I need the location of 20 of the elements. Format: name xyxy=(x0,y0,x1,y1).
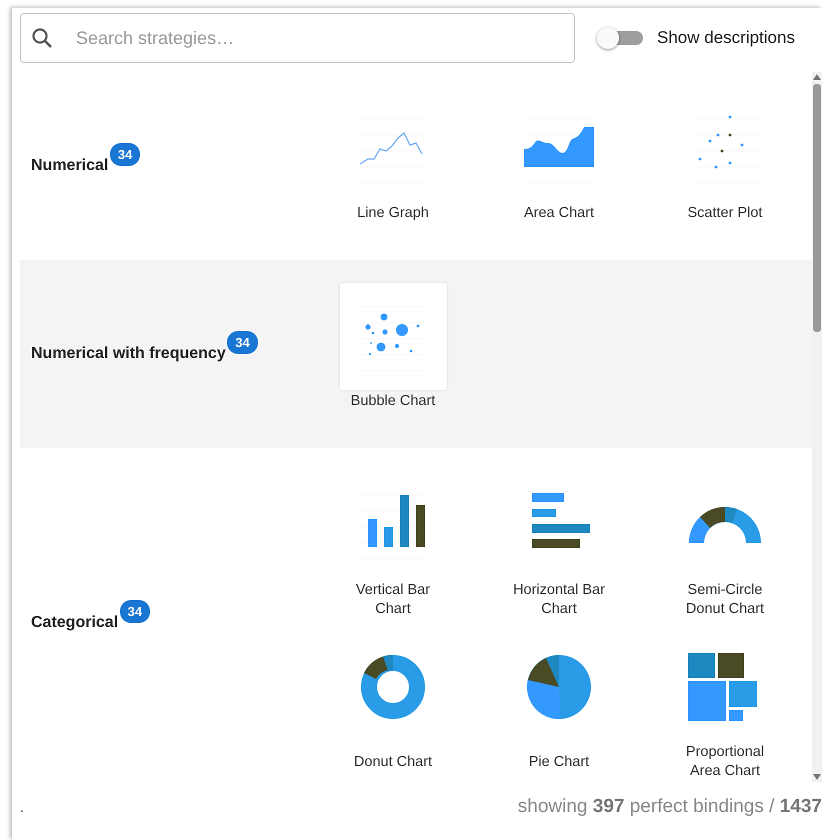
chart-type-label: Scatter Plot xyxy=(686,204,764,223)
chart-type-label: Semi-Circle Donut Chart xyxy=(684,581,766,619)
count-badge: 34 xyxy=(110,143,140,166)
chart-type-label: Pie Chart xyxy=(528,752,590,772)
group-name: Categorical xyxy=(31,614,118,631)
chart-type-label: Line Graph xyxy=(356,204,430,223)
chart-type-label: Bubble Chart xyxy=(350,392,436,411)
binding-summary: showing 397 perfect bindings / 1437 xyxy=(518,796,822,818)
count-badge: 34 xyxy=(120,600,150,623)
chart-type-label: Horizontal Bar Chart xyxy=(512,581,606,619)
footer-mark: . xyxy=(20,799,24,815)
group-name: Numerical with frequency xyxy=(31,345,226,362)
chart-type-label: Vertical Bar Chart xyxy=(354,581,432,619)
chart-type-label: Area Chart xyxy=(522,204,596,223)
chart-type-label: Donut Chart xyxy=(352,752,434,772)
search-field[interactable]: Search strategies… xyxy=(20,13,575,63)
count-badge: 34 xyxy=(227,331,258,354)
group-name: Numerical xyxy=(31,157,108,174)
toggle-label: Show descriptions xyxy=(657,28,795,48)
chart-type-label: Proportional Area Chart xyxy=(684,743,766,781)
